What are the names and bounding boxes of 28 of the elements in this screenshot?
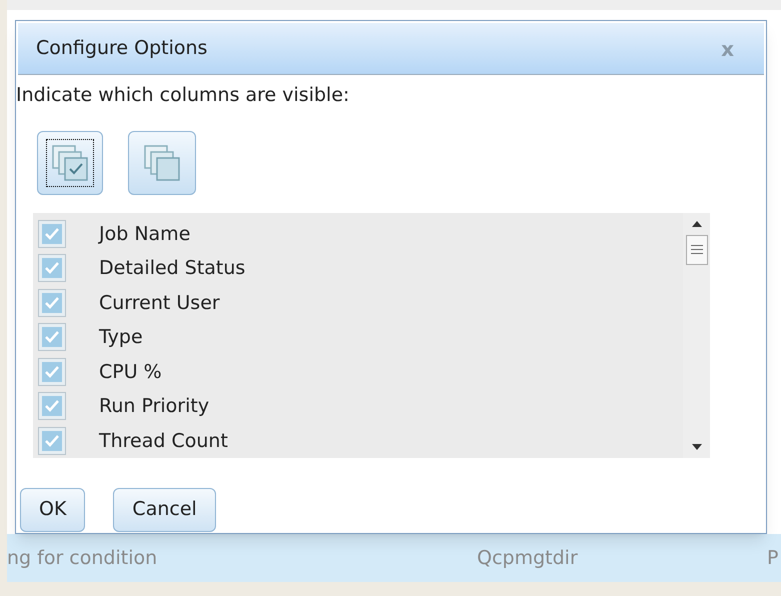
select-all-button[interactable] (37, 130, 103, 194)
checkbox[interactable] (38, 288, 66, 317)
column-label[interactable]: Current User (99, 288, 220, 317)
checkbox[interactable] (38, 392, 66, 420)
column-label[interactable]: Job Name (99, 220, 190, 248)
ok-button[interactable]: OK (20, 488, 86, 532)
table-cell-text: P (767, 546, 778, 571)
dialog-title: Configure Options (36, 36, 208, 62)
table-cell-text: Qcpmgtdir (477, 546, 579, 571)
deselect-all-icon (142, 142, 182, 182)
checkbox[interactable] (38, 220, 66, 248)
column-label[interactable]: Run Priority (99, 392, 210, 420)
checkbox[interactable] (38, 426, 66, 455)
scroll-up-icon[interactable] (692, 220, 702, 226)
column-label[interactable]: Type (99, 323, 143, 352)
table-cell-text: ng for condition (7, 546, 158, 571)
scrollbar-thumb[interactable] (686, 234, 708, 264)
scroll-down-icon[interactable] (692, 444, 702, 450)
checkbox[interactable] (38, 358, 66, 386)
deselect-all-button[interactable] (128, 130, 196, 194)
instruction-text: Indicate which columns are visible: (16, 83, 350, 108)
checkbox[interactable] (38, 254, 66, 282)
select-all-icon (50, 142, 90, 182)
cancel-button[interactable]: Cancel (113, 488, 216, 532)
checkbox[interactable] (38, 323, 66, 352)
column-label[interactable]: Thread Count (99, 426, 228, 455)
column-label[interactable]: Detailed Status (99, 254, 246, 282)
column-label[interactable]: CPU % (99, 358, 162, 386)
